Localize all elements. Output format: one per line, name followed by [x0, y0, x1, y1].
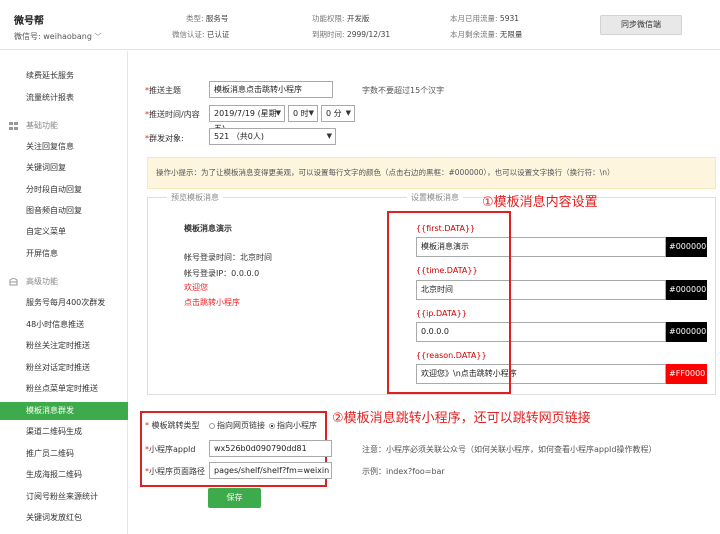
sidebar-item-promoter-qrcode[interactable]: 推广员二维码	[0, 445, 128, 463]
appid-input[interactable]: wx526b0d090790dd81	[209, 440, 332, 457]
sidebar-item-renew[interactable]: 续费延长服务	[0, 67, 128, 85]
annotation-jump-setting: ②模板消息跳转小程序，还可以跳转网页链接	[332, 411, 591, 426]
sidebar-item-channel-qrcode[interactable]: 渠道二维码生成	[0, 423, 128, 441]
minute-select[interactable]: 0 分 ▼	[321, 105, 355, 122]
sync-wechat-button[interactable]: 同步微信端	[600, 15, 682, 35]
sidebar-item-keyword-red-packet[interactable]: 关键词发放红包	[0, 509, 128, 527]
wechat-id-label: 微信号:	[14, 32, 41, 41]
radio-web[interactable]	[209, 423, 215, 429]
preview-title: 预览模板消息	[167, 192, 223, 203]
sidebar-item-splash-info[interactable]: 开屏信息	[0, 245, 128, 263]
sidebar-item-template-broadcast[interactable]: 模板消息群发	[0, 402, 128, 420]
field-first-color[interactable]: #000000	[666, 237, 707, 257]
date-select[interactable]: 2019/7/19 (星期五)▼	[209, 105, 285, 133]
preview-link: 点击跳转小程序	[184, 298, 240, 307]
sidebar-item-follow-scheduled-push[interactable]: 粉丝关注定时推送	[0, 337, 128, 355]
sidebar-item-fan-source-stats[interactable]: 订阅号粉丝来源统计	[0, 488, 128, 506]
sidebar-item-timed-reply[interactable]: 分时段自动回复	[0, 181, 128, 199]
sidebar-group-advanced: 高级功能	[0, 274, 128, 290]
save-button[interactable]: 保存	[208, 488, 261, 508]
sidebar-group-basic: 基础功能	[0, 118, 128, 134]
appid-note: 注意：小程序必须关联公众号（如何关联小程序，如何查看小程序appId操作教程）	[362, 445, 657, 454]
brand-name: 微号帮	[14, 16, 44, 27]
sidebar-item-custom-menu[interactable]: 自定义菜单	[0, 223, 128, 241]
chevron-down-icon: ▼	[308, 109, 314, 117]
sidebar: 续费延长服务 流量统计报表 基础功能 关注回复信息 关键词回复 分时段自动回复 …	[0, 51, 128, 534]
field-reason-color[interactable]: #FF0000	[666, 364, 707, 384]
field-ip-color[interactable]: #000000	[666, 322, 707, 342]
subject-hint: 字数不要超过15个汉字	[362, 86, 445, 95]
sidebar-item-poster-qrcode[interactable]: 生成海报二维码	[0, 466, 128, 484]
sidebar-item-chat-scheduled-push[interactable]: 粉丝对话定时推送	[0, 359, 128, 377]
main-content: *推送主题 模板消息点击跳转小程序 字数不要超过15个汉字 *推送时间/内容 2…	[129, 51, 720, 534]
appid-label: *小程序appId	[145, 445, 196, 454]
jump-option-miniprogram[interactable]: 指向小程序	[269, 420, 317, 431]
top-header: 微号帮 微信号: weihaobang ﹀ 类型: 服务号 功能权限: 开发版 …	[0, 0, 720, 50]
path-example: 示例：index?foo=bar	[362, 467, 445, 476]
sidebar-item-monthly-broadcast[interactable]: 服务号每月400次群发	[0, 294, 128, 312]
grid-icon	[9, 122, 18, 130]
sidebar-group-advanced-title: 高级功能	[26, 277, 58, 286]
field-time-color[interactable]: #000000	[666, 280, 707, 300]
chevron-down-icon: ▼	[345, 109, 351, 117]
path-input[interactable]: pages/shelf/shelf?fm=weixin	[209, 462, 332, 479]
expire-info: 到期时间: 2999/12/31	[312, 30, 391, 39]
traffic-left-info: 本月剩余流量: 无限量	[450, 30, 523, 39]
preview-first: 模板消息演示	[184, 224, 232, 233]
jump-type-label: * 模板跳转类型	[145, 421, 200, 430]
wechat-id-value: weihaobang	[43, 32, 92, 41]
sidebar-item-traffic-report[interactable]: 流量统计报表	[0, 89, 128, 107]
target-label: *群发对象:	[145, 134, 184, 143]
sidebar-item-media-reply[interactable]: 图音频自动回复	[0, 202, 128, 220]
settings-title: 设置模板消息	[407, 192, 463, 203]
account-type: 类型: 服务号	[186, 14, 229, 23]
permission-info: 功能权限: 开发版	[312, 14, 370, 23]
jump-option-web[interactable]: 指向网页链接	[209, 420, 265, 431]
preview-reason: 欢迎您	[184, 283, 208, 292]
annotation-box-content	[387, 211, 511, 394]
chevron-down-icon: ﹀	[94, 33, 102, 41]
sidebar-group-basic-title: 基础功能	[26, 121, 58, 130]
annotation-content-setting: ①模板消息内容设置	[482, 195, 598, 210]
operation-tip: 操作小提示：为了让模板消息变得更美观，可以设置每行文字的颜色（点击右边的黑框：#…	[147, 157, 716, 189]
hour-select[interactable]: 0 时 ▼	[288, 105, 318, 122]
target-select[interactable]: 521 （共0人) ▼	[209, 128, 336, 145]
sidebar-item-keyword-reply[interactable]: 关键词回复	[0, 159, 128, 177]
preview-ip: 帐号登录IP：0.0.0.0	[184, 269, 260, 278]
time-label: *推送时间/内容	[145, 110, 200, 119]
verify-info: 微信认证: 已认证	[172, 30, 230, 39]
traffic-used-info: 本月已用流量: 5931	[450, 14, 520, 23]
box-icon	[9, 278, 18, 286]
chevron-down-icon: ▼	[326, 132, 332, 140]
subject-label: *推送主题	[145, 86, 181, 95]
radio-miniprogram[interactable]	[269, 423, 275, 429]
subject-input[interactable]: 模板消息点击跳转小程序	[209, 81, 333, 98]
sidebar-item-follow-reply[interactable]: 关注回复信息	[0, 138, 128, 156]
chevron-down-icon: ▼	[275, 109, 281, 117]
path-label: *小程序页面路径	[145, 467, 205, 476]
sidebar-item-48h-push[interactable]: 48小时信息推送	[0, 316, 128, 334]
sidebar-item-menu-scheduled-push[interactable]: 粉丝点菜单定时推送	[0, 380, 128, 398]
preview-time: 帐号登录时间：北京时间	[184, 253, 272, 262]
wechat-id[interactable]: 微信号: weihaobang ﹀	[14, 31, 101, 42]
